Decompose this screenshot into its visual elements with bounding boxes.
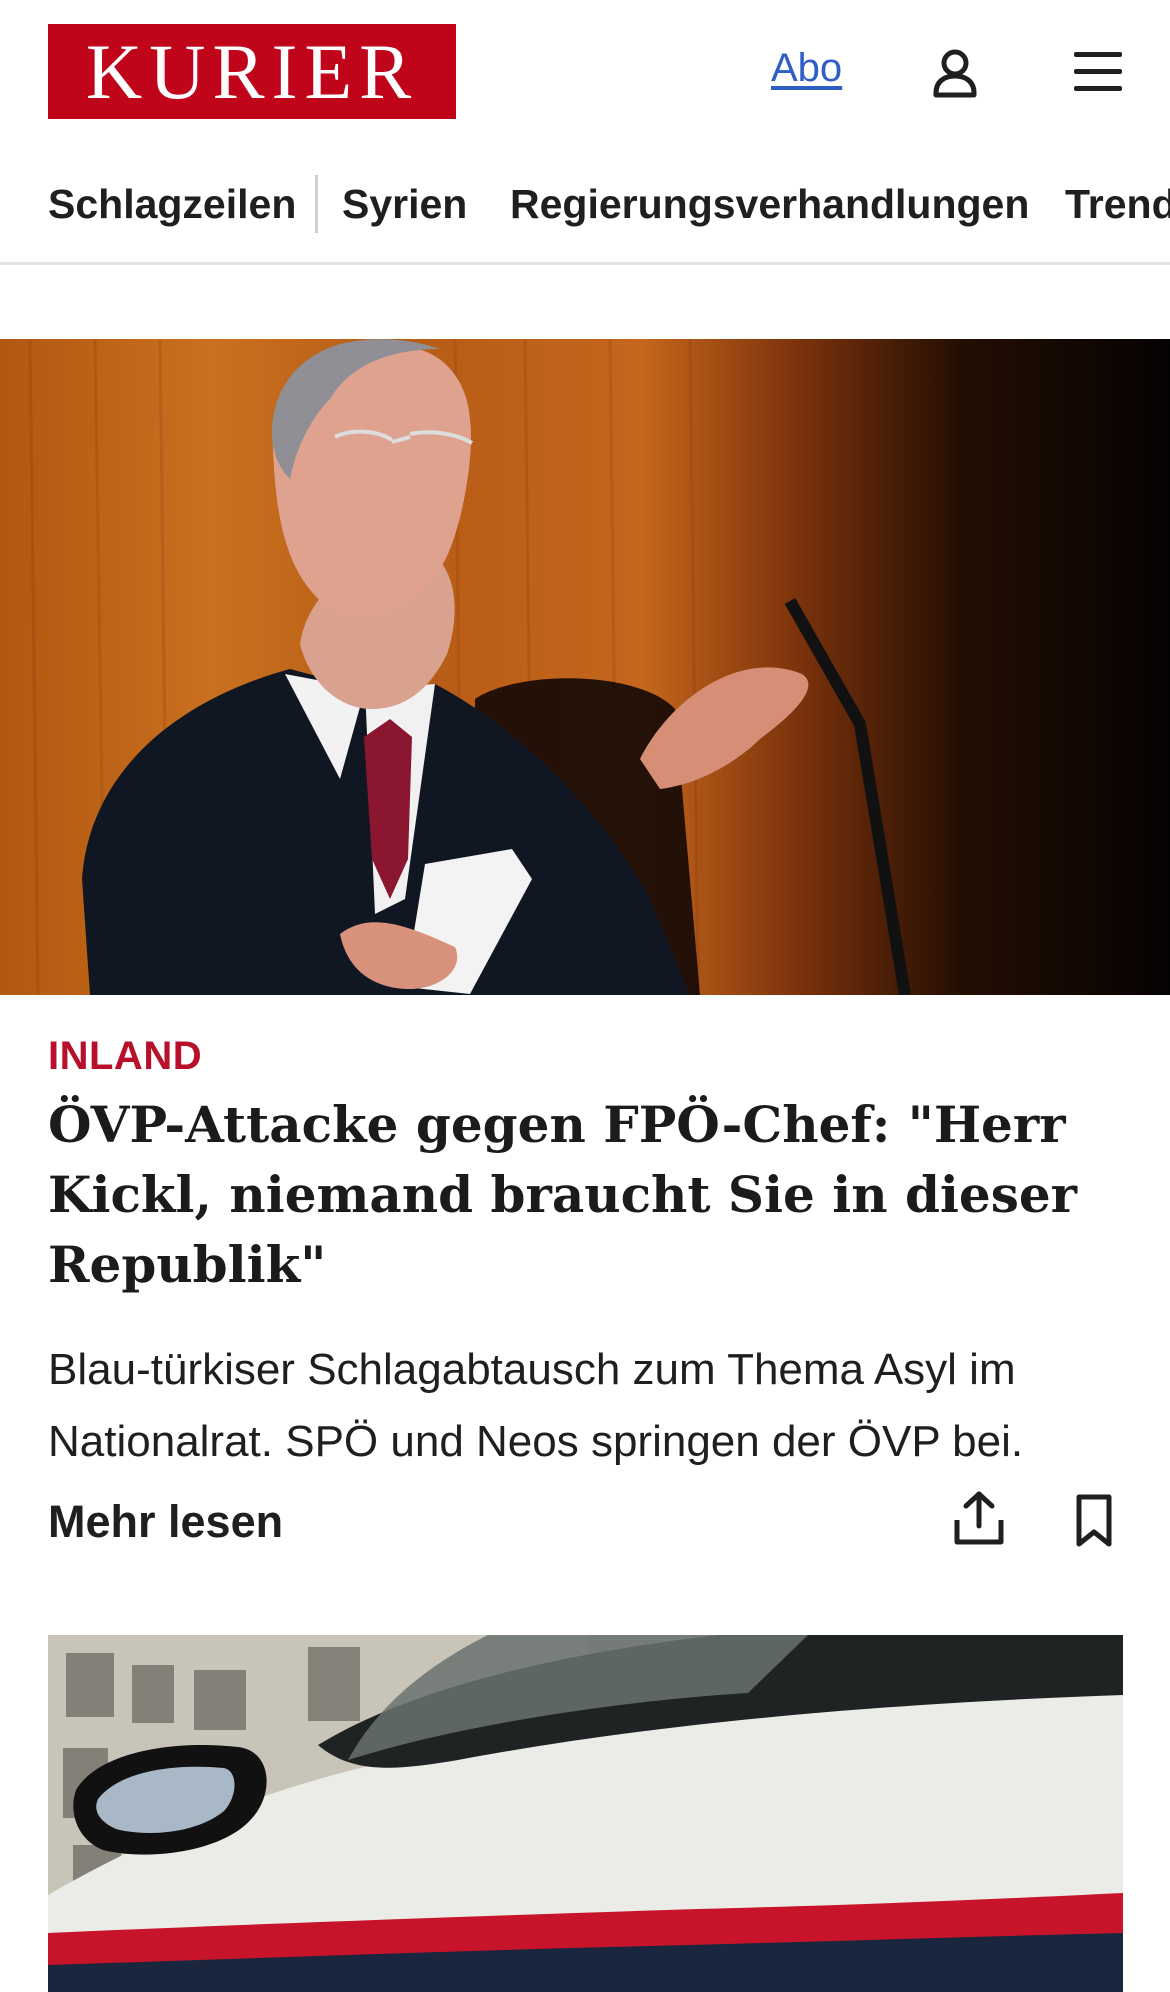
hero-article-image[interactable] [0,339,1170,995]
share-icon[interactable] [951,1488,1007,1548]
abo-link[interactable]: Abo [771,46,842,91]
second-article-image[interactable] [48,1635,1123,1992]
more-link[interactable]: Mehr lesen [48,1496,283,1548]
article-lead: Blau-türkiser Schlagabtausch zum Thema A… [48,1344,1024,1466]
nav-item-syrien[interactable]: Syrien [342,165,467,243]
nav-item-trend[interactable]: Trend [1065,165,1170,243]
nav-item-regierungsverhandlungen[interactable]: Regierungsverhandlungen [510,165,1029,243]
user-icon[interactable] [925,43,985,103]
hamburger-menu-icon[interactable] [1068,43,1128,103]
article-category[interactable]: INLAND [48,1032,1122,1080]
article-headline[interactable]: ÖVP-Attacke gegen FPÖ-Chef: "Herr Kickl,… [48,1090,1078,1300]
topic-navigation: Schlagzeilen Syrien Regierungsverhandlun… [0,165,1170,265]
article-actions: Mehr lesen [48,1488,1122,1558]
nav-item-schlagzeilen[interactable]: Schlagzeilen [48,165,296,243]
site-header: KURIER Abo [0,0,1170,145]
nav-divider [315,175,318,233]
kurier-logo[interactable]: KURIER [48,24,456,119]
bookmark-icon[interactable] [1068,1490,1120,1550]
lead-article: INLAND ÖVP-Attacke gegen FPÖ-Chef: "Herr… [48,1032,1122,1522]
